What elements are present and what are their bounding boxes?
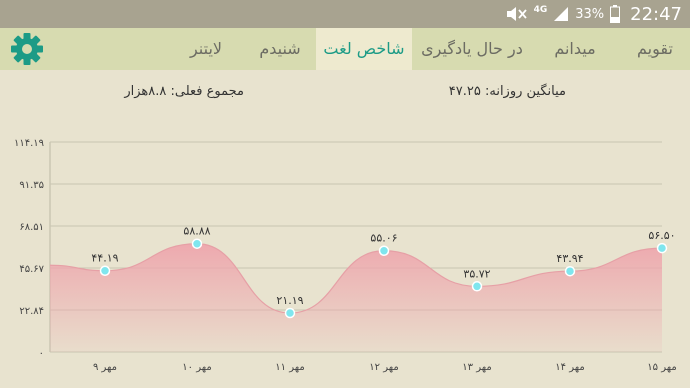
tab-bar: تقویم میدانم در حال یادگیری شاخص لغت شنی… — [0, 28, 690, 70]
x-tick-label: ۱۱ مهر — [275, 362, 304, 373]
clock: 22:47 — [630, 3, 682, 25]
y-tick-label: ۰ — [39, 348, 44, 359]
data-point[interactable] — [99, 265, 111, 276]
tab-leitner[interactable]: لایتنر — [168, 28, 244, 70]
data-label: ۵۵.۰۶ — [370, 232, 397, 245]
status-icons: 4G 33% 22:47 — [506, 0, 682, 28]
gear-icon[interactable] — [9, 31, 45, 67]
x-tick-label: ۹ مهر — [93, 362, 117, 373]
data-label: ۵۶.۵۰ — [648, 229, 675, 242]
y-tick-label: ۱۱۴.۱۹ — [14, 138, 44, 149]
signal-icon — [554, 7, 569, 21]
tab-word-index[interactable]: شاخص لغت — [316, 28, 412, 70]
data-label: ۳۵.۷۲ — [463, 267, 490, 280]
x-tick-label: ۱۵ مهر — [647, 362, 676, 373]
data-label: ۵۸.۸۸ — [183, 225, 210, 238]
x-tick-label: ۱۴ مهر — [555, 362, 584, 373]
mute-icon — [506, 7, 527, 21]
tab-learning[interactable]: در حال یادگیری — [412, 28, 532, 70]
y-tick-label: ۴۵.۶۷ — [19, 264, 44, 275]
status-bar: 4G 33% 22:47 — [0, 0, 690, 28]
network-type: 4G — [533, 5, 548, 15]
data-point[interactable] — [656, 242, 668, 254]
data-label: ۴۴.۱۹ — [91, 252, 118, 265]
tab-calendar[interactable]: تقویم — [620, 28, 690, 70]
daily-average-stat: میانگین روزانه: ۴۷.۲۵ — [448, 84, 566, 99]
data-point[interactable] — [564, 265, 576, 277]
tab-known[interactable]: میدانم — [532, 28, 618, 70]
battery-percent: 33% — [575, 6, 605, 22]
battery-icon — [610, 5, 621, 23]
data-point[interactable] — [378, 245, 390, 256]
y-tick-label: ۶۸.۵۱ — [19, 222, 44, 233]
total-active-stat: مجموع فعلی: ۸.۸هزار — [124, 84, 244, 99]
data-point[interactable] — [284, 307, 296, 319]
data-point[interactable] — [191, 238, 203, 249]
data-label: ۲۱.۱۹ — [276, 294, 303, 307]
data-point[interactable] — [471, 281, 483, 292]
line-chart: ۰ ۲۲.۸۴ ۴۵.۶۷ ۶۸.۵۱ ۹۱.۳۵ ۱۱۴.۱۹ ۴۴.۱۹ ۵۸.۸۸ ۲۱… — [14, 138, 677, 373]
data-label: ۴۳.۹۴ — [556, 252, 583, 265]
x-tick-label: ۱۲ مهر — [369, 362, 398, 373]
x-tick-label: ۱۰ مهر — [182, 362, 211, 373]
tab-heard[interactable]: شنیدم — [244, 28, 316, 70]
y-tick-label: ۲۲.۸۴ — [19, 306, 44, 317]
x-tick-label: ۱۳ مهر — [462, 362, 491, 373]
y-tick-label: ۹۱.۳۵ — [19, 180, 44, 191]
